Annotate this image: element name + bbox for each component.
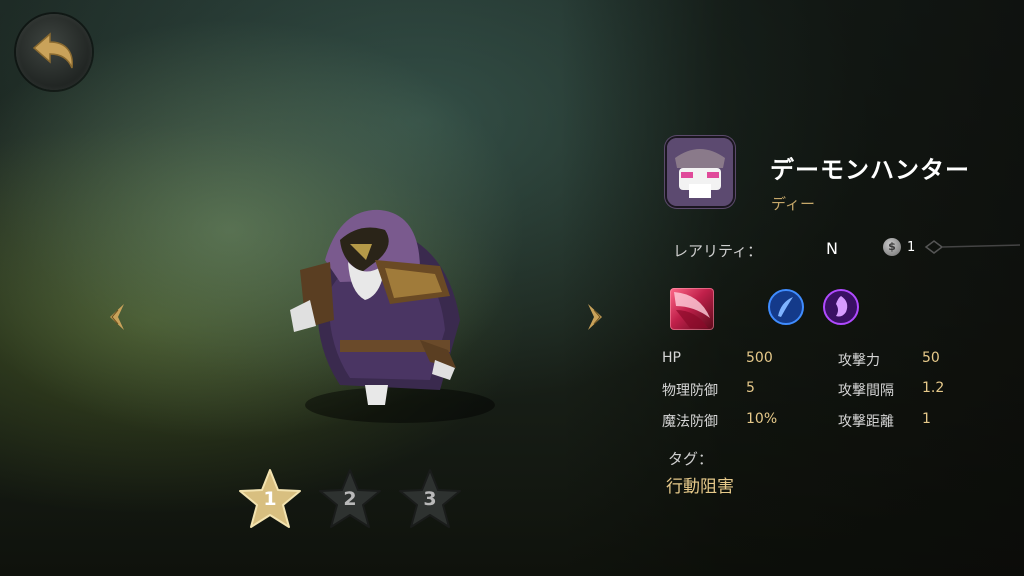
back-button[interactable]: [16, 14, 92, 90]
stat-label: 攻撃間隔: [838, 383, 894, 399]
stat-value: 1.2: [922, 380, 945, 396]
stat-label: 攻撃力: [838, 353, 880, 369]
red-slash-skill-icon[interactable]: [670, 288, 714, 330]
stat-row: HP 500 攻撃力 50: [662, 350, 1002, 372]
coin-count: 1: [907, 240, 916, 255]
hero-model[interactable]: [270, 200, 510, 440]
star-level-3-button[interactable]: 3: [396, 466, 464, 532]
tag-label: タグ：: [668, 450, 714, 468]
stat-value: 10%: [746, 411, 778, 427]
decorative-line-icon: [924, 240, 1020, 254]
back-arrow-icon: [32, 32, 73, 69]
star-level-1-button[interactable]: 1: [236, 466, 304, 532]
rarity-value: N: [826, 239, 838, 258]
hero-subtitle: ディー: [771, 195, 815, 213]
previous-hero-arrow[interactable]: [104, 300, 128, 334]
stat-value: 5: [746, 380, 755, 396]
star-level-label: 1: [263, 488, 277, 510]
hero-name: デーモンハンター: [770, 156, 970, 184]
tag-value: 行動阻害: [666, 477, 734, 497]
stat-label: 魔法防御: [662, 414, 718, 430]
purple-spirit-skill-icon[interactable]: [822, 288, 860, 326]
stat-value: 1: [922, 411, 931, 427]
stat-label: 攻撃距離: [838, 414, 894, 430]
next-hero-arrow[interactable]: [584, 300, 608, 334]
chevron-right-icon: [588, 304, 602, 330]
stat-row: 魔法防御 10% 攻撃距離 1: [662, 411, 1002, 433]
rarity-label: レアリティ：: [673, 242, 763, 260]
stat-label: HP: [662, 350, 681, 366]
stat-value: 50: [922, 350, 940, 366]
chevron-left-icon: [110, 304, 124, 330]
stat-label: 物理防御: [662, 383, 718, 399]
coin-icon: $: [883, 238, 901, 256]
hero-portrait: [667, 138, 733, 206]
star-level-selector: 1 2 3: [236, 466, 472, 536]
star-level-label: 3: [423, 488, 437, 510]
stat-value: 500: [746, 350, 773, 366]
blue-feather-skill-icon[interactable]: [767, 288, 805, 326]
star-level-2-button[interactable]: 2: [316, 466, 384, 532]
star-level-label: 2: [343, 488, 357, 510]
stat-row: 物理防御 5 攻撃間隔 1.2: [662, 380, 1002, 402]
